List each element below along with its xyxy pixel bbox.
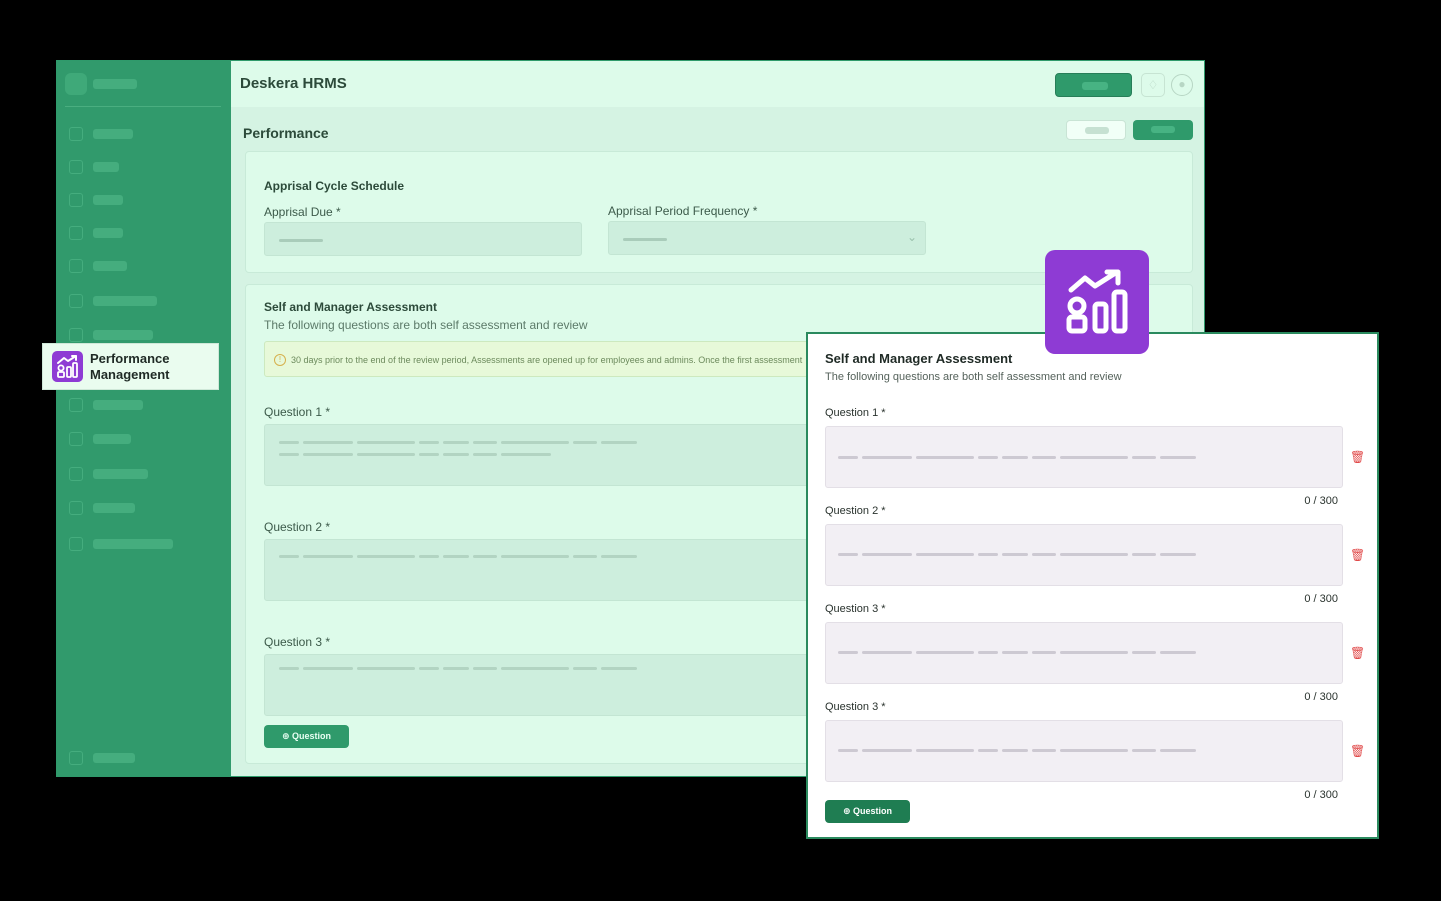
- nav-label-placeholder: [93, 261, 127, 271]
- assessment-subtitle: The following questions are both self as…: [264, 318, 588, 332]
- performance-management-badge[interactable]: Performance Management: [42, 343, 219, 390]
- logo-text-placeholder: [93, 79, 137, 89]
- question-label: Question 1 *: [825, 407, 886, 419]
- performance-chart-icon: [52, 351, 83, 382]
- nav-icon: [69, 193, 83, 207]
- page-title: Performance: [243, 125, 329, 141]
- char-count: 0 / 300: [1304, 691, 1338, 703]
- badge-title: Performance Management: [90, 351, 169, 383]
- badge-title-line1: Performance: [90, 351, 170, 366]
- chevron-down-icon: ⌄: [906, 230, 917, 244]
- info-icon: !: [274, 354, 286, 366]
- sidebar-item[interactable]: [69, 535, 219, 553]
- nav-icon: [69, 259, 83, 273]
- sidebar-item[interactable]: [69, 257, 219, 275]
- question-textarea[interactable]: [825, 720, 1343, 782]
- nav-label-placeholder: [93, 228, 123, 238]
- user-icon[interactable]: ●: [1171, 74, 1193, 96]
- nav-icon: [69, 467, 83, 481]
- nav-label-placeholder: [93, 195, 123, 205]
- sidebar-item[interactable]: [69, 191, 219, 209]
- notice-text: 30 days prior to the end of the review p…: [291, 355, 803, 365]
- sidebar-item[interactable]: [69, 158, 219, 176]
- sidebar-item[interactable]: [69, 499, 219, 517]
- top-action-button[interactable]: [1055, 73, 1132, 97]
- appraisal-due-label: Apprisal Due *: [264, 205, 341, 219]
- question-textarea[interactable]: [264, 424, 824, 486]
- question-textarea[interactable]: [825, 622, 1343, 684]
- top-bar: Deskera HRMS ♢ ●: [231, 61, 1204, 107]
- nav-label-placeholder: [93, 296, 157, 306]
- badge-title-line2: Management: [90, 367, 170, 382]
- question-textarea[interactable]: [264, 539, 824, 601]
- assessment-heading: Self and Manager Assessment: [264, 300, 437, 314]
- sidebar-item[interactable]: [69, 326, 219, 344]
- appraisal-due-input[interactable]: [264, 222, 582, 256]
- nav-label-placeholder: [93, 753, 135, 763]
- sidebar-item[interactable]: [69, 749, 219, 767]
- question-label: Question 2 *: [825, 505, 886, 517]
- sidebar-item[interactable]: [69, 292, 219, 310]
- question-label: Question 3 *: [264, 635, 331, 649]
- nav-icon: [69, 432, 83, 446]
- add-question-button[interactable]: ⊕ Question: [825, 800, 910, 823]
- nav-label-placeholder: [93, 129, 133, 139]
- assessment-detail-card: Self and Manager Assessment The followin…: [806, 332, 1379, 839]
- nav-label-placeholder: [93, 503, 135, 513]
- nav-icon: [69, 294, 83, 308]
- question-label: Question 1 *: [264, 405, 331, 419]
- question-textarea[interactable]: [825, 426, 1343, 488]
- detail-subtitle: The following questions are both self as…: [825, 371, 1122, 383]
- nav-icon: [69, 501, 83, 515]
- char-count: 0 / 300: [1304, 495, 1338, 507]
- logo-icon: [65, 73, 87, 95]
- performance-chart-icon: [1045, 250, 1149, 354]
- question-label: Question 3 *: [825, 603, 886, 615]
- trash-icon[interactable]: 🗑: [1350, 450, 1365, 464]
- nav-icon: [69, 537, 83, 551]
- sidebar-logo-row: [65, 73, 221, 107]
- nav-label-placeholder: [93, 539, 173, 549]
- trash-icon[interactable]: 🗑: [1350, 744, 1365, 758]
- add-question-button[interactable]: ⊕ Question: [264, 725, 349, 748]
- trash-icon[interactable]: 🗑: [1350, 548, 1365, 562]
- question-textarea[interactable]: [264, 654, 824, 716]
- nav-label-placeholder: [93, 162, 119, 172]
- question-label: Question 3 *: [825, 701, 886, 713]
- nav-label-placeholder: [93, 469, 148, 479]
- sidebar-item[interactable]: [69, 125, 219, 143]
- nav-icon: [69, 160, 83, 174]
- sidebar: [57, 61, 231, 776]
- char-count: 0 / 300: [1304, 593, 1338, 605]
- appraisal-frequency-select[interactable]: ⌄: [608, 221, 926, 255]
- nav-icon: [69, 226, 83, 240]
- nav-label-placeholder: [93, 400, 143, 410]
- nav-label-placeholder: [93, 434, 131, 444]
- nav-icon: [69, 751, 83, 765]
- sidebar-item[interactable]: [69, 396, 219, 414]
- nav-icon: [69, 328, 83, 342]
- trash-icon[interactable]: 🗑: [1350, 646, 1365, 660]
- sidebar-item[interactable]: [69, 430, 219, 448]
- char-count: 0 / 300: [1304, 789, 1338, 801]
- app-title: Deskera HRMS: [240, 75, 347, 92]
- schedule-heading: Apprisal Cycle Schedule: [264, 179, 405, 193]
- detail-heading: Self and Manager Assessment: [825, 351, 1013, 366]
- question-textarea[interactable]: [825, 524, 1343, 586]
- nav-label-placeholder: [93, 330, 153, 340]
- nav-icon: [69, 127, 83, 141]
- appraisal-frequency-label: Apprisal Period Frequency *: [608, 204, 758, 218]
- sidebar-item[interactable]: [69, 465, 219, 483]
- question-label: Question 2 *: [264, 520, 331, 534]
- nav-icon: [69, 398, 83, 412]
- secondary-button[interactable]: [1066, 120, 1126, 140]
- bell-icon[interactable]: ♢: [1141, 73, 1165, 97]
- primary-button[interactable]: [1133, 120, 1193, 140]
- sidebar-item[interactable]: [69, 224, 219, 242]
